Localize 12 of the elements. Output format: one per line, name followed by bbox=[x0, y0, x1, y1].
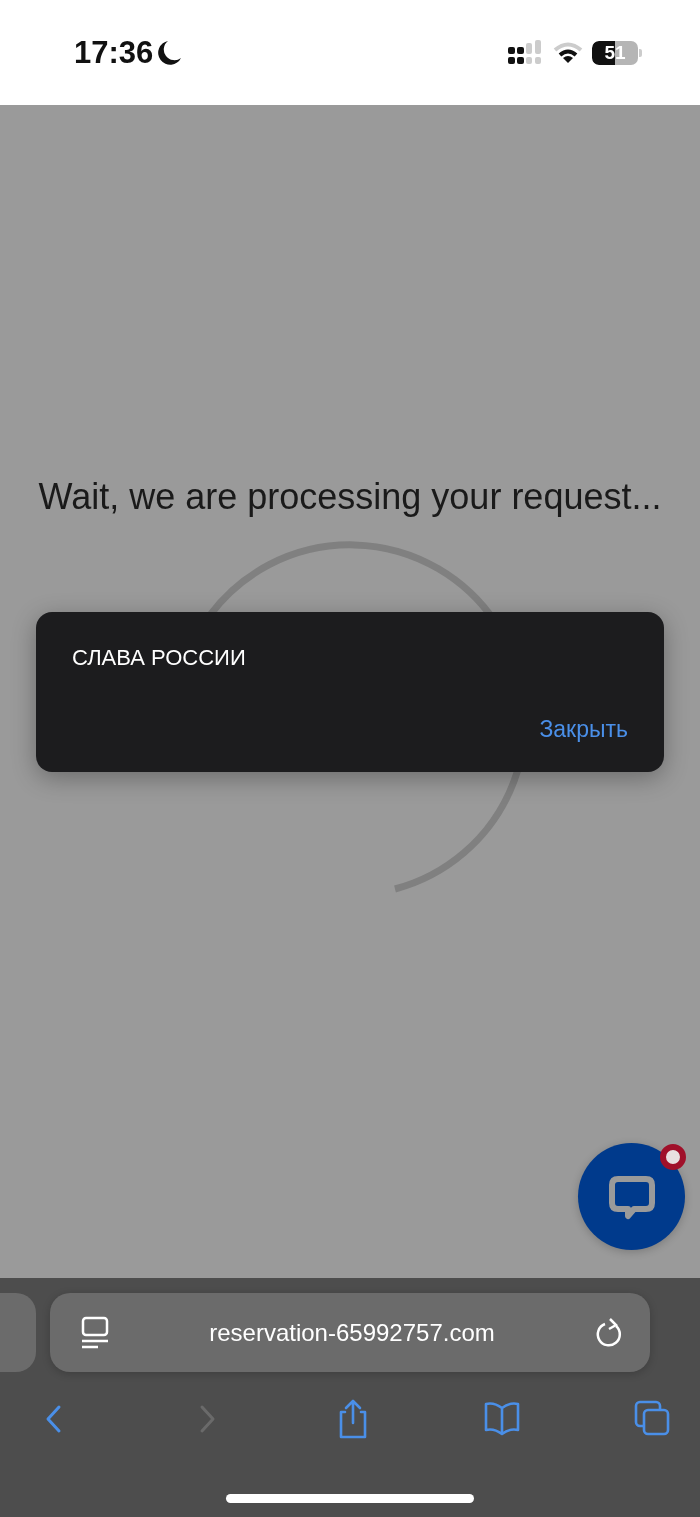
tab-preview[interactable] bbox=[0, 1293, 36, 1372]
chat-button[interactable] bbox=[578, 1143, 685, 1250]
address-bar[interactable]: reservation-65992757.com bbox=[50, 1293, 650, 1372]
status-time: 17:36 bbox=[74, 34, 154, 71]
reader-icon bbox=[80, 1315, 110, 1350]
url-text: reservation-65992757.com bbox=[209, 1318, 495, 1347]
battery-level: 51 bbox=[604, 41, 626, 64]
close-button[interactable]: Закрыть bbox=[539, 716, 628, 743]
loading-message: Wait, we are processing your request... bbox=[37, 475, 663, 519]
wifi-icon bbox=[553, 41, 583, 64]
alert-message: СЛАВА РОССИИ bbox=[72, 645, 247, 671]
signal-icon bbox=[508, 39, 544, 66]
